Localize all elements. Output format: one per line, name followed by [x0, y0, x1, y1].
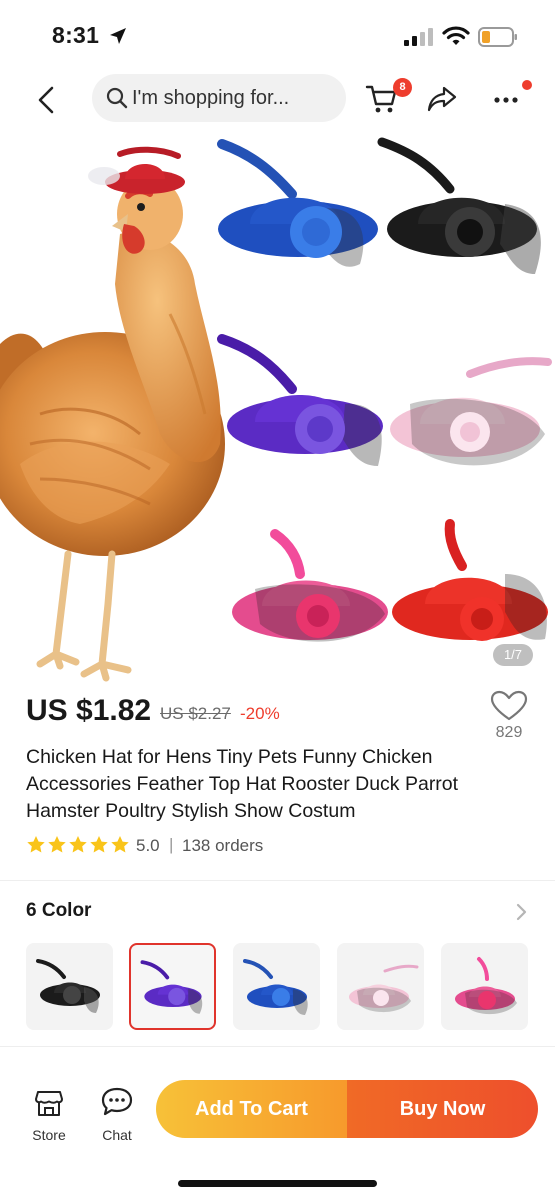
hat-purple [217, 334, 383, 466]
color-header[interactable]: 6 Color [26, 900, 91, 922]
back-chevron-icon[interactable] [30, 80, 66, 120]
location-arrow-icon [110, 28, 126, 44]
bottom-action-bar: Store Chat Add To Cart Buy Now [0, 1070, 555, 1150]
price-row: US $1.82 US $2.27 -20% [26, 694, 486, 734]
search-input[interactable]: I'm shopping for... [92, 74, 346, 122]
heart-icon[interactable] [490, 690, 528, 722]
product-image[interactable] [0, 134, 555, 684]
divider [0, 880, 555, 881]
original-price: US $2.27 [160, 704, 231, 723]
chevron-right-icon[interactable] [514, 903, 528, 921]
status-bar: 8:31 [0, 0, 555, 70]
signal-icon [404, 28, 433, 46]
search-placeholder: I'm shopping for... [132, 87, 290, 109]
divider [0, 1046, 555, 1047]
hat-lightpink [390, 357, 552, 466]
wifi-icon [442, 26, 470, 45]
purchase-actions: Add To Cart Buy Now [156, 1080, 538, 1138]
more-icon[interactable] [490, 84, 524, 114]
chat-icon [101, 1087, 133, 1116]
home-indicator[interactable] [178, 1180, 377, 1187]
wishlist-count: 829 [495, 724, 523, 741]
rating-row[interactable]: 5.0 | 138 orders [26, 834, 426, 858]
discount-badge: -20% [240, 704, 280, 723]
color-swatch-light-pink[interactable] [337, 943, 424, 1030]
color-swatch-pink[interactable] [441, 943, 528, 1030]
orders-count: 138 orders [182, 836, 264, 855]
buy-now-button[interactable]: Buy Now [347, 1080, 538, 1138]
chat-label: Chat [102, 1127, 132, 1143]
add-to-cart-button[interactable]: Add To Cart [156, 1080, 347, 1138]
color-swatch-purple[interactable] [129, 943, 216, 1030]
cart-count-badge: 8 [393, 78, 412, 97]
product-title: Chicken Hat for Hens Tiny Pets Funny Chi… [26, 746, 459, 822]
hat-black [377, 137, 541, 274]
color-swatch-black[interactable] [26, 943, 113, 1030]
hat-red [392, 519, 548, 641]
share-icon[interactable] [426, 84, 458, 114]
hat-blue [217, 139, 378, 267]
nav-bar: I'm shopping for... 8 [0, 70, 555, 130]
star-icon [27, 836, 129, 853]
store-button[interactable]: Store [24, 1078, 74, 1143]
chat-button[interactable]: Chat [92, 1078, 142, 1143]
status-time: 8:31 [52, 22, 100, 48]
product-photo [0, 137, 552, 682]
notification-dot [522, 80, 532, 90]
rating-separator: | [169, 835, 174, 854]
hat-pink [232, 529, 388, 642]
chicken-illustration [0, 146, 225, 682]
battery-icon [478, 27, 517, 47]
image-counter: 1/7 [493, 644, 533, 666]
store-icon [35, 1091, 63, 1116]
color-swatch-blue[interactable] [233, 943, 320, 1030]
rating-value: 5.0 [136, 836, 160, 855]
search-icon [106, 87, 128, 109]
store-label: Store [32, 1127, 66, 1143]
current-price: US $1.82 [26, 694, 152, 727]
